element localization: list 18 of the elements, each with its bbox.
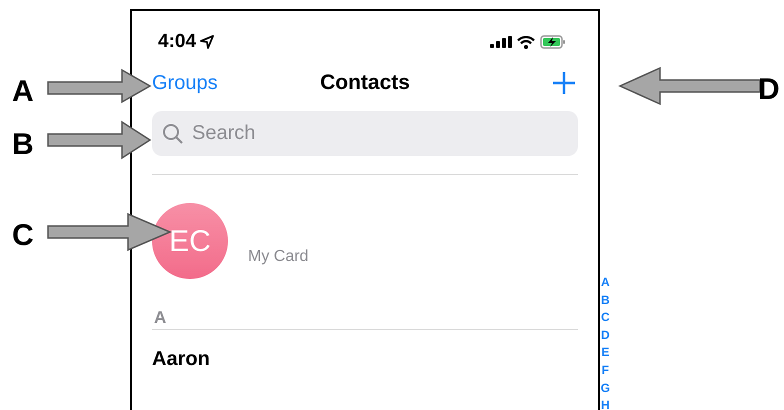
search-field[interactable]: Search xyxy=(152,111,578,156)
groups-link[interactable]: Groups xyxy=(152,68,218,98)
callout-label: B xyxy=(12,127,34,163)
signal-icon xyxy=(490,36,512,48)
callout-label: D xyxy=(758,72,780,108)
screen-title: Contacts xyxy=(320,70,410,96)
callout-label: A xyxy=(12,74,34,110)
wifi-icon xyxy=(517,36,535,48)
add-icon[interactable] xyxy=(552,71,576,95)
search-icon xyxy=(162,123,184,145)
avatar-initials: EC xyxy=(152,203,228,279)
contact-name[interactable]: Aaron xyxy=(152,348,210,370)
status-time: 4:04 xyxy=(158,30,196,54)
my-card-label: My Card xyxy=(248,247,308,267)
location-arrow-icon xyxy=(200,35,214,49)
section-header: A xyxy=(153,307,168,329)
callout-label: C xyxy=(12,218,34,254)
battery-charging-icon xyxy=(540,35,566,49)
